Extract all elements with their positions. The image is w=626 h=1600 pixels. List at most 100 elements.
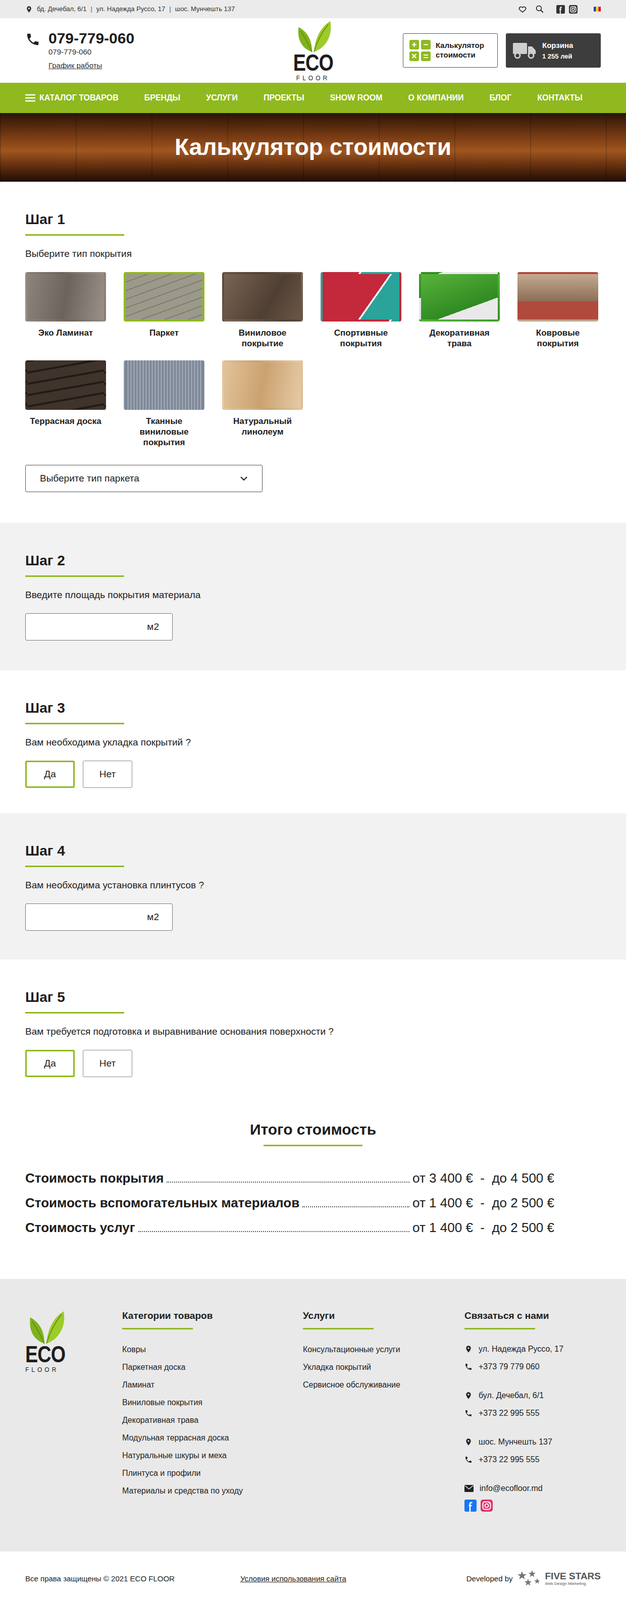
footer-link[interactable]: Виниловые покрытия (122, 1393, 303, 1412)
coverage-photo[interactable] (123, 360, 205, 410)
footer-link[interactable]: Ламинат (122, 1376, 303, 1394)
coverage-tile[interactable]: Спортивные покрытия (320, 272, 402, 350)
search-icon[interactable] (535, 4, 545, 14)
coverage-tile[interactable]: Ковровые покрытия (517, 272, 599, 350)
truck-icon (512, 41, 537, 60)
area-input[interactable] (32, 619, 147, 636)
coverage-photo[interactable] (222, 360, 303, 410)
title-underline (25, 575, 125, 578)
facebook-icon[interactable] (464, 1499, 477, 1512)
site-footer: ECOFLOORКатегории товаровКоврыПаркетная … (0, 1279, 626, 1552)
nav-item[interactable]: КАТАЛОГ ТОВАРОВ (25, 91, 119, 104)
footer-link[interactable]: Декоративная трава (122, 1411, 303, 1430)
coverage-tile[interactable]: Эко Ламинат (25, 272, 107, 350)
footer-link[interactable]: Натуральные шкуры и меха (122, 1446, 303, 1465)
site-logo[interactable]: ECOFLOOR (288, 20, 338, 82)
top-tools (517, 4, 601, 14)
step-prompt: Введите площадь покрытия материала (25, 588, 601, 603)
coverage-photo[interactable] (25, 360, 107, 410)
title-underline (25, 722, 125, 725)
coverage-tile[interactable]: Декоративная трава (419, 272, 500, 350)
language-flag-icon[interactable] (593, 6, 601, 12)
title-underline (302, 1328, 374, 1330)
terms-link[interactable]: Условия использования сайта (240, 1573, 347, 1586)
title-underline (464, 1328, 536, 1330)
choice-button[interactable]: Да (25, 760, 75, 789)
nav-item[interactable]: О КОМПАНИИ (408, 91, 464, 104)
stars-logo-icon (516, 1570, 542, 1588)
location-pin-icon (464, 1438, 473, 1447)
footer-link[interactable]: Паркетная доска (122, 1358, 303, 1377)
nav-item[interactable]: SHOW ROOM (330, 91, 383, 104)
total-row: Стоимость услугот 1 400 € - до 2 500 € (25, 1218, 555, 1238)
site-header: 079-779-060079-779-060График работыECOFL… (0, 18, 626, 83)
coverage-label: Спортивные покрытия (320, 327, 402, 350)
instagram-icon[interactable] (568, 5, 578, 14)
contact-phone[interactable]: +373 79 779 060 (464, 1358, 601, 1377)
footer-link[interactable]: Плинтуса и профили (122, 1464, 303, 1483)
step-title: Шаг 3 (25, 699, 601, 717)
coverage-photo[interactable] (222, 272, 303, 322)
developer-link[interactable]: Developed byFIVE STARSWeb Design Marketi… (466, 1570, 601, 1588)
coverage-photo[interactable] (123, 272, 205, 322)
cart-label: Корзина (542, 39, 573, 52)
title-underline (25, 1012, 125, 1014)
facebook-icon[interactable] (556, 5, 565, 14)
coverage-tile[interactable]: Натуральный линолеум (222, 360, 303, 449)
nav-item[interactable]: ПРОЕКТЫ (263, 91, 305, 104)
footer-link[interactable]: Материалы и средства по уходу (122, 1482, 303, 1500)
coverage-grid: Эко ЛаминатПаркетВиниловое покрытие Спорт… (25, 272, 601, 448)
instagram-icon[interactable] (480, 1499, 493, 1512)
parquet-type-select[interactable]: Выберите тип паркета (25, 464, 263, 493)
copyright: Все права защищены © 2021 ECO FLOOR (25, 1573, 175, 1586)
coverage-tile[interactable]: Террасная доска (25, 360, 107, 449)
calc-step: Шаг 1Выберите тип покрытияЭко ЛаминатПар… (0, 181, 626, 524)
choice-button[interactable]: Нет (82, 1050, 133, 1078)
envelope-icon (464, 1485, 474, 1493)
developer-tagline: Web Design Marketing. (545, 1581, 602, 1588)
heart-icon[interactable] (517, 4, 528, 14)
address: шос. Мунчешть 137 (175, 5, 236, 13)
cart-button[interactable]: Корзина1 255 лей (505, 33, 601, 68)
coverage-photo[interactable] (25, 272, 107, 322)
phone-link[interactable]: 079-779-060 (48, 29, 135, 47)
nav-item[interactable]: УСЛУГИ (205, 91, 238, 104)
title-underline (263, 1144, 363, 1147)
footer-column: Услуги Консультационные услугиУкладка пок… (302, 1310, 465, 1512)
choice-group: ДаНет (25, 760, 601, 789)
coverage-photo[interactable] (419, 272, 500, 322)
nav-item[interactable]: БЛОГ (489, 91, 512, 104)
contact-phone[interactable]: +373 22 995 555 (464, 1404, 601, 1423)
step-title: Шаг 2 (25, 552, 601, 570)
footer-link[interactable]: Ковры (122, 1340, 303, 1359)
coverage-photo[interactable] (320, 272, 402, 322)
title-underline (122, 1328, 193, 1330)
footer-logo[interactable]: ECOFLOOR (25, 1310, 123, 1374)
area-field: м2 (25, 613, 173, 641)
footer-link[interactable]: Сервисное обслуживание (302, 1376, 465, 1394)
menu-icon (25, 93, 36, 102)
coverage-photo[interactable] (517, 272, 599, 322)
main-nav: КАТАЛОГ ТОВАРОВ БРЕНДЫ УСЛУГИ ПРОЕКТЫ SHOW R… (0, 82, 626, 114)
contact-email[interactable]: info@ecofloor.md (464, 1480, 601, 1498)
choice-button[interactable]: Да (25, 1050, 75, 1078)
coverage-tile[interactable]: Тканные виниловые покрытия (123, 360, 205, 449)
footer-title: Услуги (302, 1310, 465, 1323)
contact-phone[interactable]: +373 22 995 555 (464, 1451, 601, 1470)
schedule-link[interactable]: График работы (48, 60, 135, 72)
footer-link[interactable]: Модульная террасная доска (122, 1429, 303, 1447)
row-value: от 3 400 € - до 4 500 € (412, 1168, 555, 1189)
footer-link[interactable]: Укладка покрытий (302, 1358, 465, 1377)
coverage-tile[interactable]: Паркет (123, 272, 205, 350)
dotted-leader (302, 1206, 410, 1208)
choice-button[interactable]: Нет (82, 760, 133, 789)
row-label: Стоимость услуг (25, 1218, 136, 1238)
nav-item[interactable]: БРЕНДЫ (144, 91, 181, 104)
nav-item[interactable]: КОНТАКТЫ (537, 91, 583, 104)
address-bar: бд. Дечебал, 6/1|ул. Надежда Руссо, 17|ш… (25, 4, 235, 15)
location-pin-icon (464, 1391, 473, 1400)
footer-link[interactable]: Консультационные услуги (302, 1340, 465, 1359)
area-input[interactable] (32, 909, 147, 926)
calculator-button[interactable]: Калькулятор стоимости (402, 33, 498, 68)
coverage-tile[interactable]: Виниловое покрытие (222, 272, 303, 350)
